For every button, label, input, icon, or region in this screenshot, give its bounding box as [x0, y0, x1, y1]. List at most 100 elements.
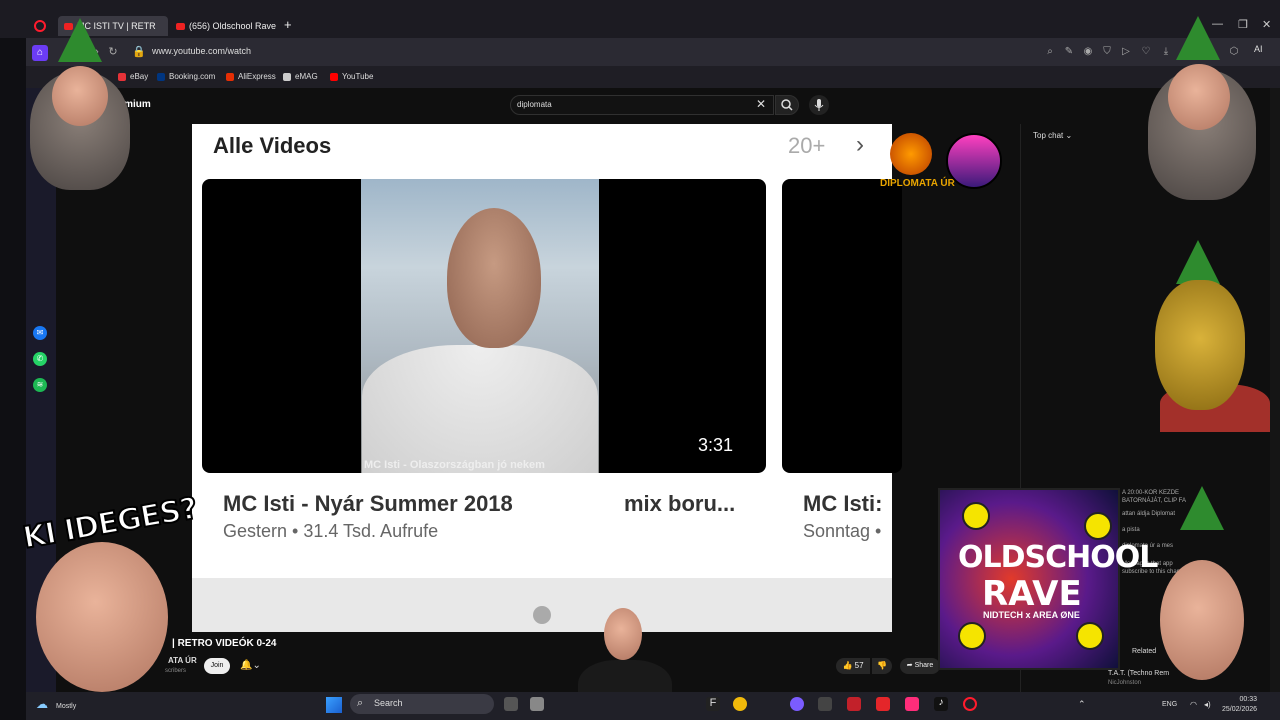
smiley-icon [1076, 622, 1104, 650]
tab-label: (656) Oldschool Rave [189, 21, 277, 31]
download-icon[interactable]: ⤓ [1160, 46, 1172, 58]
wifi-icon[interactable]: ◠ [1190, 700, 1197, 709]
face-overlay [1168, 64, 1230, 130]
bookmark-youtube[interactable]: YouTube [330, 72, 373, 81]
bookmark-label: Booking.com [169, 72, 216, 81]
bookmark-emag[interactable]: eMAG [283, 72, 318, 81]
bookmark-label: eBay [130, 72, 149, 81]
smiley-icon [1084, 512, 1112, 540]
thumbs-up-icon: 👍 [842, 661, 853, 670]
smiley-icon [958, 622, 986, 650]
chevron-up-icon[interactable]: ⌃ [1078, 699, 1086, 710]
dislike-button[interactable]: 👎 [872, 658, 892, 674]
channel-name[interactable]: ATA ÚR [168, 656, 197, 665]
person-head [447, 208, 541, 348]
retro-logo [946, 133, 1002, 189]
section-title: Alle Videos [213, 133, 332, 158]
clear-search-icon[interactable]: ✕ [756, 97, 766, 111]
search-button[interactable] [775, 95, 799, 115]
search-icon: ⌕ [357, 697, 364, 709]
top-chat-label: Top chat [1033, 131, 1064, 140]
messenger-icon[interactable]: ✉ [33, 326, 47, 340]
ai-button[interactable]: AI [1254, 44, 1263, 54]
opera-logo-icon[interactable] [34, 20, 46, 32]
related-video-title[interactable]: T.A.T. (Techno Rem [1108, 670, 1169, 677]
windows-start-icon[interactable] [326, 697, 342, 713]
home-icon[interactable]: ⌂ [32, 45, 48, 61]
app-icon[interactable] [876, 697, 890, 711]
album-title-line2: RAVE [982, 574, 1082, 614]
taskbar-search[interactable]: Search [350, 694, 494, 714]
shield-icon[interactable]: ⛉ [1101, 46, 1113, 58]
smiley-icon [962, 502, 990, 530]
video-title: MC Isti: [803, 491, 883, 516]
pineapple-leaves-icon [1180, 486, 1224, 530]
related-tab[interactable]: Related [1132, 648, 1156, 655]
weather-icon[interactable]: ☁ [36, 697, 48, 711]
video-title: mix boru... [624, 491, 736, 516]
whatsapp-icon[interactable]: ✆ [33, 352, 47, 366]
album-artists: NIDTECH x AREA ØNE [983, 610, 1080, 620]
app-icon[interactable] [530, 697, 544, 711]
reload-icon[interactable]: ↻ [106, 45, 120, 59]
camera-icon[interactable]: ◉ [1082, 46, 1094, 58]
coin-icon[interactable] [733, 697, 747, 711]
video-thumbnail [782, 179, 902, 473]
video-count: 20+ [788, 133, 826, 158]
url-field[interactable]: www.youtube.com/watch [152, 46, 251, 56]
app-icon[interactable] [847, 697, 861, 711]
language-indicator[interactable]: ENG [1162, 701, 1177, 708]
video-caption: MC Isti - Olaszországban jó nekem [364, 459, 545, 471]
youtube-icon [330, 72, 338, 81]
like-button[interactable]: 👍 57 [836, 658, 870, 674]
join-button[interactable]: Join [204, 658, 230, 674]
edit-icon[interactable]: ✎ [1063, 46, 1075, 58]
play-icon[interactable]: ▷ [1120, 46, 1132, 58]
clock[interactable]: 00:33 25/02/2026 [1222, 695, 1257, 715]
pineapple-leaves-icon [1176, 240, 1220, 284]
close-icon[interactable]: ✕ [1262, 18, 1271, 31]
like-count: 57 [854, 661, 864, 670]
date: 25/02/2026 [1222, 706, 1258, 713]
subscriber-count: scribers [165, 668, 187, 674]
video-title: MC Isti - Nyár Summer 2018 [223, 491, 513, 516]
top-chat-dropdown[interactable]: Top chat ⌄ [1033, 131, 1072, 140]
bell-icon[interactable]: 🔔⌄ [240, 660, 261, 671]
page-scrollbar[interactable] [1270, 88, 1280, 694]
app-icon[interactable]: F [706, 697, 720, 711]
opera-icon[interactable] [963, 697, 977, 711]
tiktok-icon[interactable]: ♪ [934, 697, 948, 711]
pineapple-face [1155, 280, 1245, 410]
pineapple-leaves-icon [58, 18, 102, 62]
search-input[interactable]: diplomata [510, 95, 774, 115]
app-icon[interactable] [818, 697, 832, 711]
tiktok-icon[interactable] [905, 697, 919, 711]
spotify-icon[interactable]: ≋ [33, 378, 47, 392]
app-icon[interactable] [790, 697, 804, 711]
bookmark-booking[interactable]: Booking.com [157, 72, 215, 81]
chat-message: A 20:00-KOR KEZDE [1122, 490, 1180, 496]
diplomata-logo [890, 133, 932, 175]
tab-oldschool-rave[interactable]: (656) Oldschool Rave [170, 16, 280, 36]
lock-icon: 🔒 [132, 46, 146, 58]
face-overlay [1160, 560, 1244, 680]
share-icon: ➦ [906, 662, 913, 669]
bookmark-aliexpress[interactable]: AliExpress [226, 72, 276, 81]
mic-icon [814, 99, 824, 111]
new-tab-button[interactable]: + [284, 18, 296, 32]
search-icon[interactable]: ⌕ [1044, 46, 1056, 58]
related-channel: NicJohnston [1108, 680, 1142, 686]
task-view-icon[interactable] [504, 697, 518, 711]
extension-icon[interactable]: ⬡ [1228, 46, 1240, 58]
aliexpress-icon [226, 72, 234, 81]
share-button[interactable]: ➦ Share [900, 658, 940, 674]
maximize-icon[interactable]: ❐ [1238, 18, 1248, 31]
bookmark-label: eMAG [295, 72, 318, 81]
bookmark-ebay[interactable]: eBay [118, 72, 148, 81]
weather-text[interactable]: Mostly [56, 703, 76, 710]
heart-icon[interactable]: ♡ [1140, 46, 1152, 58]
streamer-face [604, 608, 642, 660]
voice-search-button[interactable] [809, 95, 829, 115]
volume-icon[interactable]: ◂) [1204, 700, 1211, 709]
diplomata-logo-text: DIPLOMATA ÚR [880, 178, 955, 189]
